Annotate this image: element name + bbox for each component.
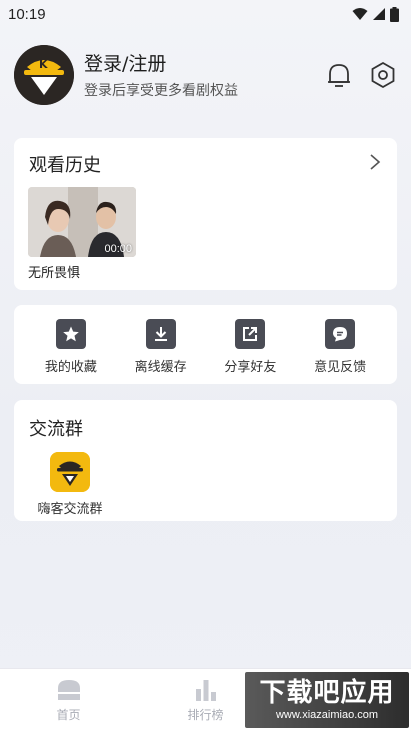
exchange-group-card: 交流群 嗨客交流群 [14,400,397,521]
home-icon [57,680,80,700]
favorites-button[interactable]: 我的收藏 [31,305,111,384]
nav-ranking-label: 排行榜 [187,708,224,722]
wifi-icon [352,8,368,20]
watch-history-title: 观看历史 [29,155,101,176]
download-icon [145,319,176,349]
profile-subtitle: 登录后享受更多看剧权益 [84,82,238,99]
share-friends-label: 分享好友 [224,360,277,375]
status-time: 10:19 [8,5,46,23]
profile-text[interactable]: 登录/注册 登录后享受更多看剧权益 [84,51,324,100]
share-friends-button[interactable]: 分享好友 [210,305,290,384]
login-register-link[interactable]: 登录/注册 [84,51,324,77]
star-icon [55,319,86,349]
avatar[interactable]: K [14,45,74,105]
message-button[interactable] [324,60,354,90]
chevron-right-icon[interactable] [368,153,382,171]
gear-icon [371,61,395,89]
status-icons [352,6,399,22]
share-icon [235,319,266,349]
offline-cache-button[interactable]: 离线缓存 [121,305,201,384]
logo-icon: K [14,45,74,105]
battery-icon [390,6,399,22]
thumbnail-duration: 00:00 [104,243,132,255]
feedback-icon [325,319,356,349]
status-bar: 10:19 [0,0,411,28]
history-thumbnail[interactable]: 00:00 [28,187,136,257]
tools-card: 我的收藏 离线缓存 分享好友 意见反馈 [14,305,397,384]
group-logo-icon [50,452,90,492]
favorites-label: 我的收藏 [44,360,97,375]
profile-header: K 登录/注册 登录后享受更多看剧权益 [14,44,398,106]
svg-text:K: K [39,58,48,71]
bell-icon [328,64,350,87]
watermark: 下载吧应用 www.xiazaimiao.com [245,672,409,728]
offline-cache-label: 离线缓存 [134,360,187,375]
feedback-label: 意见反馈 [314,360,367,375]
watermark-text: 下载吧应用 [259,678,395,708]
watch-history-card: 观看历史 00:00 无所畏惧 [14,138,397,290]
nav-home[interactable]: 首页 [0,669,137,730]
feedback-button[interactable]: 意见反馈 [300,305,380,384]
history-item-title[interactable]: 无所畏惧 [28,262,80,281]
group-item[interactable]: 嗨客交流群 [36,452,104,517]
watermark-url: www.xiazaimiao.com [275,709,379,721]
nav-home-label: 首页 [56,708,81,722]
exchange-group-title: 交流群 [29,419,83,440]
signal-icon [373,8,385,20]
settings-button[interactable] [368,60,398,90]
group-item-label: 嗨客交流群 [37,502,103,517]
ranking-icon [195,680,216,701]
